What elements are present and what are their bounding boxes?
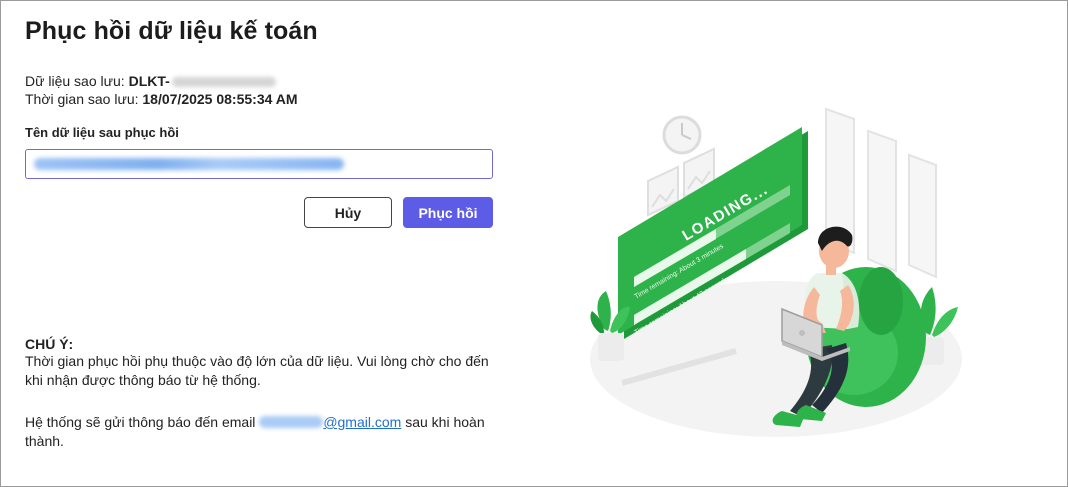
backup-time-row: Thời gian sao lưu: 18/07/2025 08:55:34 A…	[25, 90, 298, 108]
backup-data-label: Dữ liệu sao lưu:	[25, 73, 125, 89]
email-domain: @gmail.com	[323, 414, 402, 430]
backup-data-value: DLKT-	[128, 73, 170, 89]
backup-time-value: 18/07/2025 08:55:34 AM	[142, 91, 298, 107]
backup-data-row: Dữ liệu sao lưu: DLKT-	[25, 72, 298, 90]
restore-name-field[interactable]	[25, 149, 493, 179]
note-heading: CHÚ Ý:	[25, 336, 74, 352]
email-prefix: Hệ thống sẽ gửi thông báo đến email	[25, 414, 256, 430]
redacted-text	[171, 77, 276, 88]
redacted-email-user	[259, 416, 324, 428]
backup-time-label: Thời gian sao lưu:	[25, 91, 139, 107]
restore-name-label: Tên dữ liệu sau phục hồi	[25, 125, 179, 140]
restore-dialog: Phục hồi dữ liệu kế toán Dữ liệu sao lưu…	[0, 0, 1068, 487]
clock-icon	[662, 115, 702, 155]
restore-button[interactable]: Phục hồi	[403, 197, 493, 228]
cancel-button[interactable]: Hủy	[304, 197, 392, 228]
email-link[interactable]: @gmail.com	[259, 414, 401, 430]
backup-info: Dữ liệu sao lưu: DLKT- Thời gian sao lưu…	[25, 72, 298, 108]
page-title: Phục hồi dữ liệu kế toán	[25, 17, 318, 45]
loading-illustration: LOADING... Time remaining: About 3 minut…	[590, 107, 962, 437]
email-notice: Hệ thống sẽ gửi thông báo đến email @gma…	[25, 413, 495, 451]
note-text: Thời gian phục hồi phụ thuộc vào độ lớn …	[25, 353, 489, 388]
